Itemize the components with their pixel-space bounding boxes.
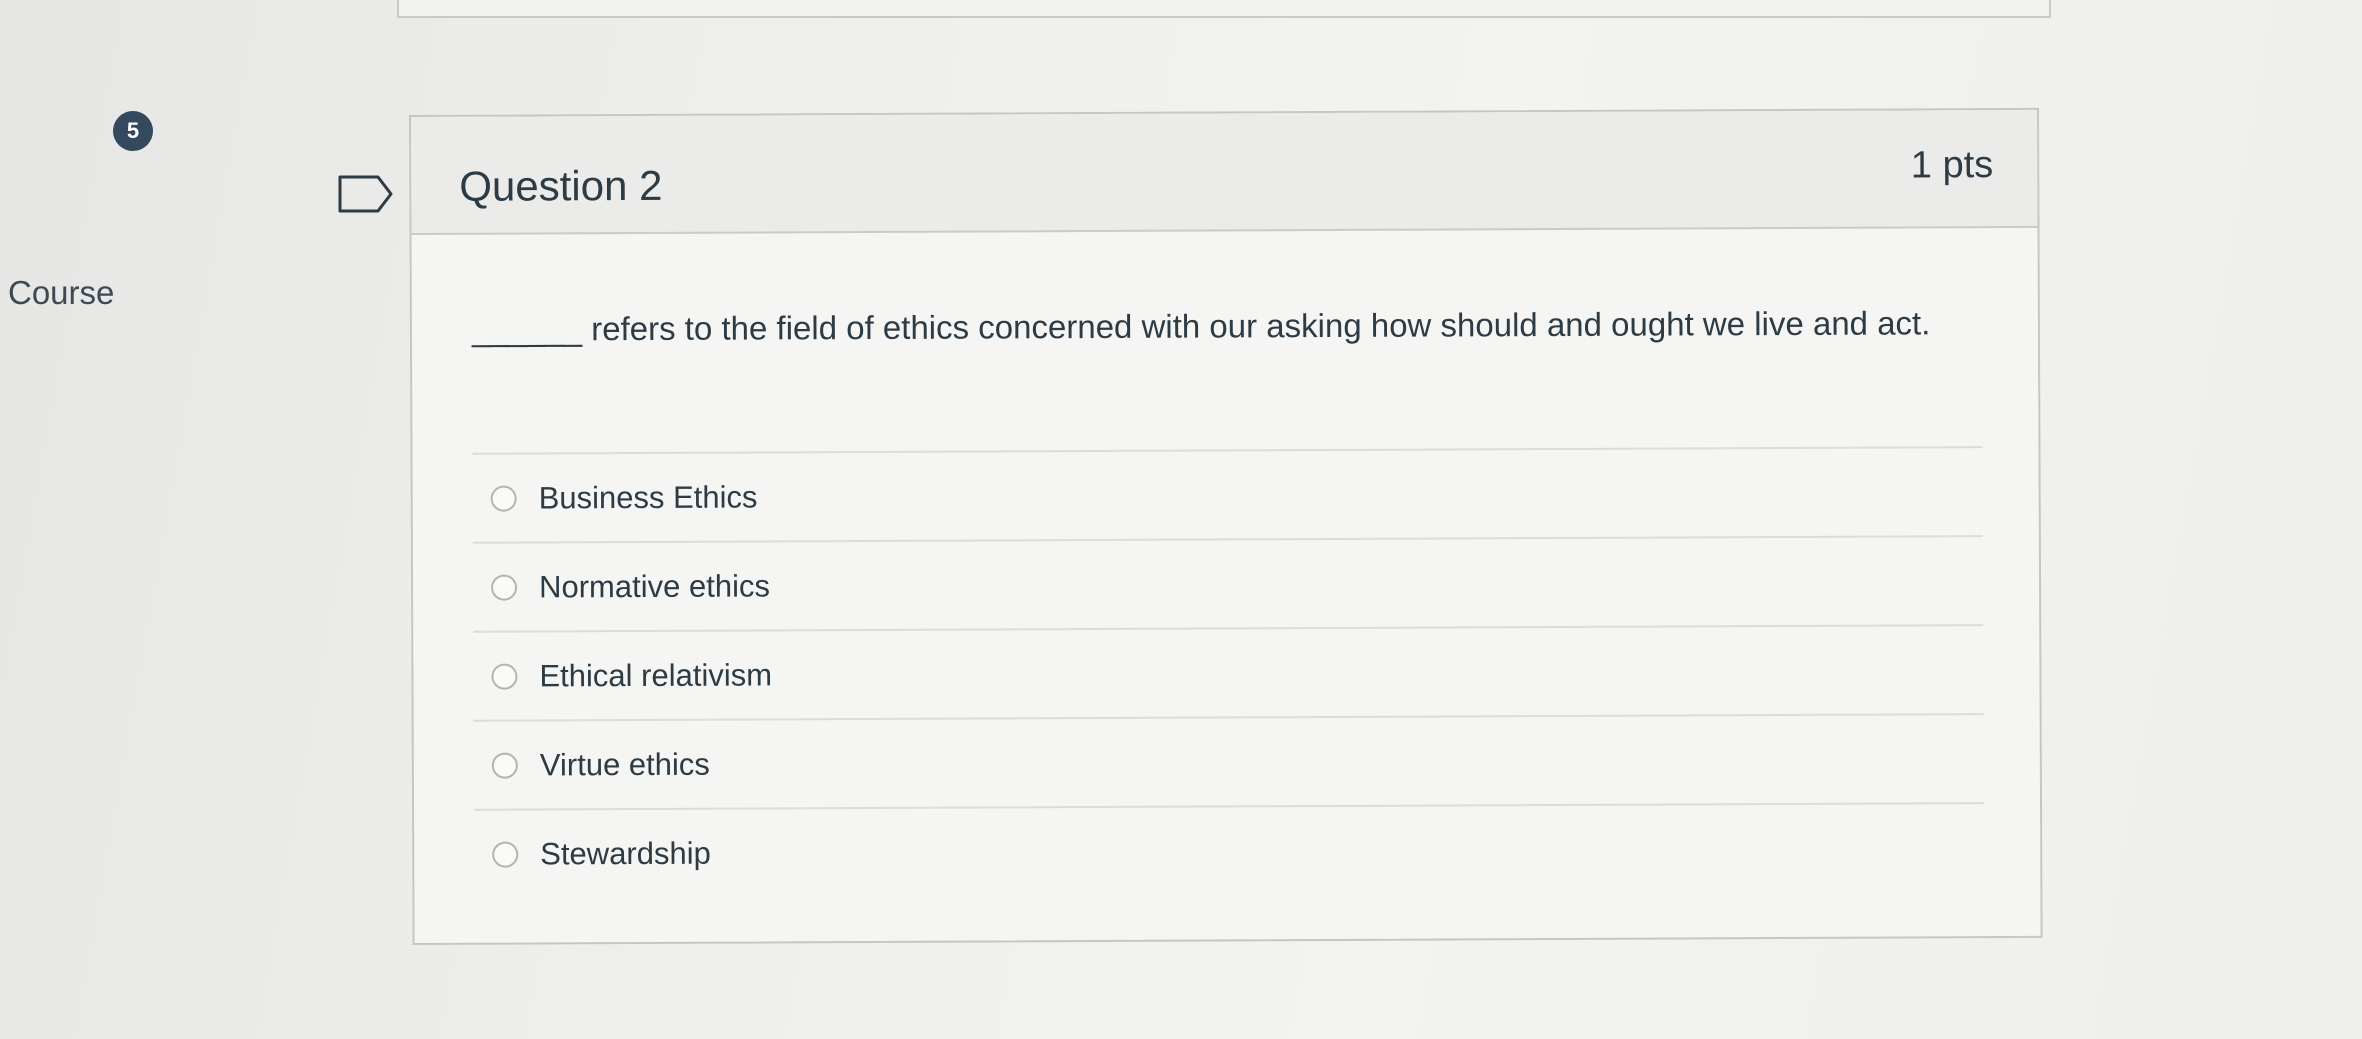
sidebar-course-label[interactable]: Course [8, 274, 114, 312]
radio-button[interactable] [491, 752, 518, 779]
answer-option[interactable]: Stewardship [474, 804, 1984, 898]
radio-button[interactable] [491, 574, 518, 601]
question-title: Question 2 [459, 161, 663, 210]
notification-badge[interactable]: 5 [113, 111, 153, 151]
answer-label[interactable]: Ethical relativism [539, 657, 772, 694]
answer-option[interactable]: Normative ethics [472, 537, 1984, 633]
answer-label[interactable]: Stewardship [540, 835, 711, 872]
answer-option[interactable]: Virtue ethics [473, 715, 1985, 811]
answer-label[interactable]: Virtue ethics [540, 746, 710, 783]
answer-option[interactable]: Ethical relativism [473, 626, 1984, 722]
question-text: ______ refers to the field of ethics con… [471, 304, 1931, 348]
radio-button[interactable] [490, 485, 517, 512]
answer-label[interactable]: Normative ethics [539, 568, 770, 605]
previous-question-box [397, 0, 2051, 18]
question-card: Question 2 1 pts ______ refers to the fi… [409, 107, 2043, 945]
answer-option[interactable]: Business Ethics [472, 448, 1983, 544]
flag-question-icon[interactable] [338, 174, 394, 214]
answer-list: Business Ethics Normative ethics Ethical… [472, 446, 1985, 898]
badge-count: 5 [126, 118, 140, 143]
radio-button[interactable] [491, 663, 518, 690]
radio-button[interactable] [492, 841, 519, 868]
answer-label[interactable]: Business Ethics [539, 479, 758, 516]
question-points: 1 pts [1910, 144, 1994, 187]
question-header: Question 2 1 pts [411, 109, 2038, 235]
